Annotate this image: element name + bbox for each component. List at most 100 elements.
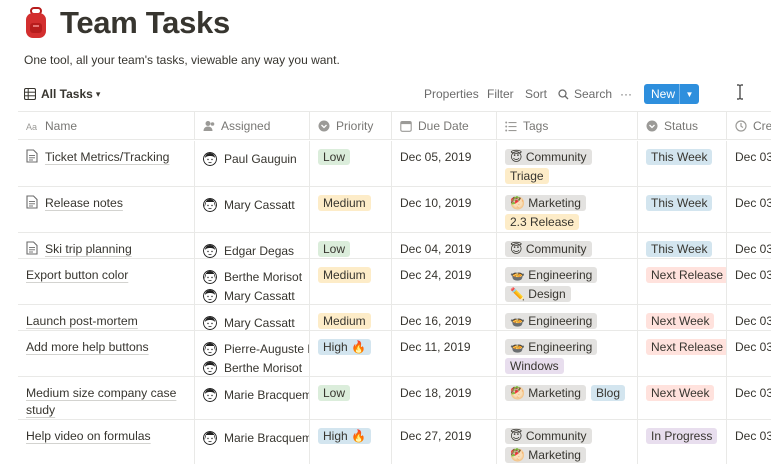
priority-badge: High 🔥 (318, 339, 371, 355)
cell-status[interactable]: Next Release (638, 259, 727, 304)
column-header-assigned[interactable]: Assigned (195, 112, 310, 140)
cell-assigned[interactable]: Paul Gauguin (195, 141, 310, 186)
view-switcher[interactable]: All Tasks ▾ (24, 82, 100, 106)
cell-status[interactable]: Next Release (638, 331, 727, 376)
table-row[interactable]: Export button color Berthe Morisot Mary Ca… (18, 259, 771, 305)
task-name[interactable]: Help video on formulas (26, 428, 151, 445)
cell-priority[interactable]: Medium (310, 187, 392, 232)
column-header-priority[interactable]: Priority (310, 112, 392, 140)
column-header-status[interactable]: Status (638, 112, 727, 140)
cell-name[interactable]: Add more help buttons (18, 331, 195, 376)
table-row[interactable]: Release notes Mary Cassatt Medium Dec 10, 2… (18, 187, 771, 233)
cell-tags[interactable]: 😇 Community Triage (497, 141, 638, 186)
cell-created[interactable]: Dec 03, (727, 187, 771, 232)
properties-button[interactable]: Properties (424, 82, 479, 106)
page-title[interactable]: Team Tasks (60, 5, 230, 41)
backpack-icon[interactable] (24, 7, 48, 39)
cell-assigned[interactable]: Marie Bracquemo (195, 420, 310, 464)
cell-name[interactable]: Ski trip planning (18, 233, 195, 258)
cell-status[interactable]: This Week (638, 233, 727, 258)
cell-name[interactable]: Launch post-mortem (18, 305, 195, 330)
cell-name[interactable]: Help video on formulas (18, 420, 195, 464)
chevron-down-icon[interactable]: ▼ (680, 90, 699, 99)
cell-due[interactable]: Dec 10, 2019 (392, 187, 497, 232)
task-name[interactable]: Launch post-mortem (26, 313, 138, 330)
cell-assigned[interactable]: Mary Cassatt (195, 187, 310, 232)
more-options-button[interactable]: ··· (620, 82, 632, 106)
cell-tags[interactable]: 😇 Community (497, 233, 638, 258)
cell-due[interactable]: Dec 18, 2019 (392, 377, 497, 419)
cell-tags[interactable]: 🍲 Engineering Windows (497, 331, 638, 376)
cell-tags[interactable]: 🍲 EngineeringiOS (497, 305, 638, 330)
cell-due[interactable]: Dec 24, 2019 (392, 259, 497, 304)
search-button[interactable]: Search (558, 82, 612, 106)
column-header-name[interactable]: Aa Name (18, 112, 195, 140)
table-row[interactable]: Ski trip planning Edgar Degas Low Dec 04, 2… (18, 233, 771, 259)
column-header-created[interactable]: Crea (727, 112, 771, 140)
created-date: Dec 03, (735, 429, 771, 443)
cell-created[interactable]: Dec 03, (727, 233, 771, 258)
avatar (203, 341, 217, 356)
cell-created[interactable]: Dec 03, (727, 141, 771, 186)
task-name[interactable]: Ski trip planning (45, 241, 132, 258)
cell-assigned[interactable]: Marie Bracquemo (195, 377, 310, 419)
table-row[interactable]: Launch post-mortem Mary Cassatt Medium Dec … (18, 305, 771, 331)
cell-status[interactable]: This Week (638, 141, 727, 186)
cell-assigned[interactable]: Mary Cassatt (195, 305, 310, 330)
new-button[interactable]: New ▼ (644, 84, 699, 104)
table-row[interactable]: Add more help buttons Pierre-Auguste Re Be… (18, 331, 771, 377)
cell-tags[interactable]: 🥙 Marketing 2.3 Release (497, 187, 638, 232)
cell-priority[interactable]: High 🔥 (310, 331, 392, 376)
cell-due[interactable]: Dec 27, 2019 (392, 420, 497, 464)
status-badge: This Week (646, 241, 713, 257)
sort-button[interactable]: Sort (525, 82, 547, 106)
table-row[interactable]: Help video on formulas Marie Bracquemo Hig… (18, 420, 771, 464)
tag-badge: 🍲 Engineering (505, 267, 598, 283)
cell-assigned[interactable]: Edgar Degas (195, 233, 310, 258)
cell-created[interactable]: Dec 03, (727, 377, 771, 419)
document-icon (26, 195, 38, 209)
cell-tags[interactable]: 🥙 Marketing Blog (497, 377, 638, 419)
cell-created[interactable]: Dec 03, (727, 305, 771, 330)
table-row[interactable]: Ticket Metrics/Tracking Paul Gauguin Low De… (18, 141, 771, 187)
cell-name[interactable]: Medium size company case study (18, 377, 195, 419)
cell-created[interactable]: Dec 03, (727, 420, 771, 464)
cell-priority[interactable]: Low (310, 141, 392, 186)
cell-priority[interactable]: Low (310, 233, 392, 258)
cell-priority[interactable]: Medium (310, 305, 392, 330)
cell-due[interactable]: Dec 04, 2019 (392, 233, 497, 258)
assignee-name: Pierre-Auguste Re (224, 341, 309, 356)
assignee: Pierre-Auguste Re (203, 339, 309, 358)
cell-status[interactable]: Next Week (638, 377, 727, 419)
cell-status[interactable]: Next Week (638, 305, 727, 330)
filter-button[interactable]: Filter (487, 82, 514, 106)
cell-due[interactable]: Dec 05, 2019 (392, 141, 497, 186)
tag-badge: 🍲 Engineering (505, 339, 598, 355)
cell-created[interactable]: Dec 03, (727, 331, 771, 376)
cell-name[interactable]: Release notes (18, 187, 195, 232)
cell-assigned[interactable]: Pierre-Auguste Re Berthe Morisot (195, 331, 310, 376)
task-name[interactable]: Ticket Metrics/Tracking (45, 149, 169, 166)
cell-created[interactable]: Dec 03, (727, 259, 771, 304)
cell-due[interactable]: Dec 11, 2019 (392, 331, 497, 376)
column-header-due-date[interactable]: Due Date (392, 112, 497, 140)
column-header-tags[interactable]: Tags (497, 112, 638, 140)
cell-priority[interactable]: Medium (310, 259, 392, 304)
cell-name[interactable]: Ticket Metrics/Tracking (18, 141, 195, 186)
cell-name[interactable]: Export button color (18, 259, 195, 304)
task-name[interactable]: Release notes (45, 195, 123, 212)
cell-status[interactable]: In Progress (638, 420, 727, 464)
cell-status[interactable]: This Week (638, 187, 727, 232)
chevron-down-icon: ▾ (95, 88, 101, 99)
task-name[interactable]: Add more help buttons (26, 339, 149, 356)
cell-tags[interactable]: 🍲 Engineering ✏️ Design (497, 259, 638, 304)
table-row[interactable]: Medium size company case study Marie Brac… (18, 377, 771, 420)
task-name[interactable]: Export button color (26, 267, 128, 284)
tag-badge: 🍲 Engineering (505, 313, 598, 329)
cell-priority[interactable]: Low (310, 377, 392, 419)
cell-due[interactable]: Dec 16, 2019 (392, 305, 497, 330)
cell-tags[interactable]: 😇 Community 🥙 Marketing (497, 420, 638, 464)
task-name[interactable]: Medium size company case study (26, 385, 194, 419)
cell-assigned[interactable]: Berthe Morisot Mary Cassatt (195, 259, 310, 304)
cell-priority[interactable]: High 🔥 (310, 420, 392, 464)
